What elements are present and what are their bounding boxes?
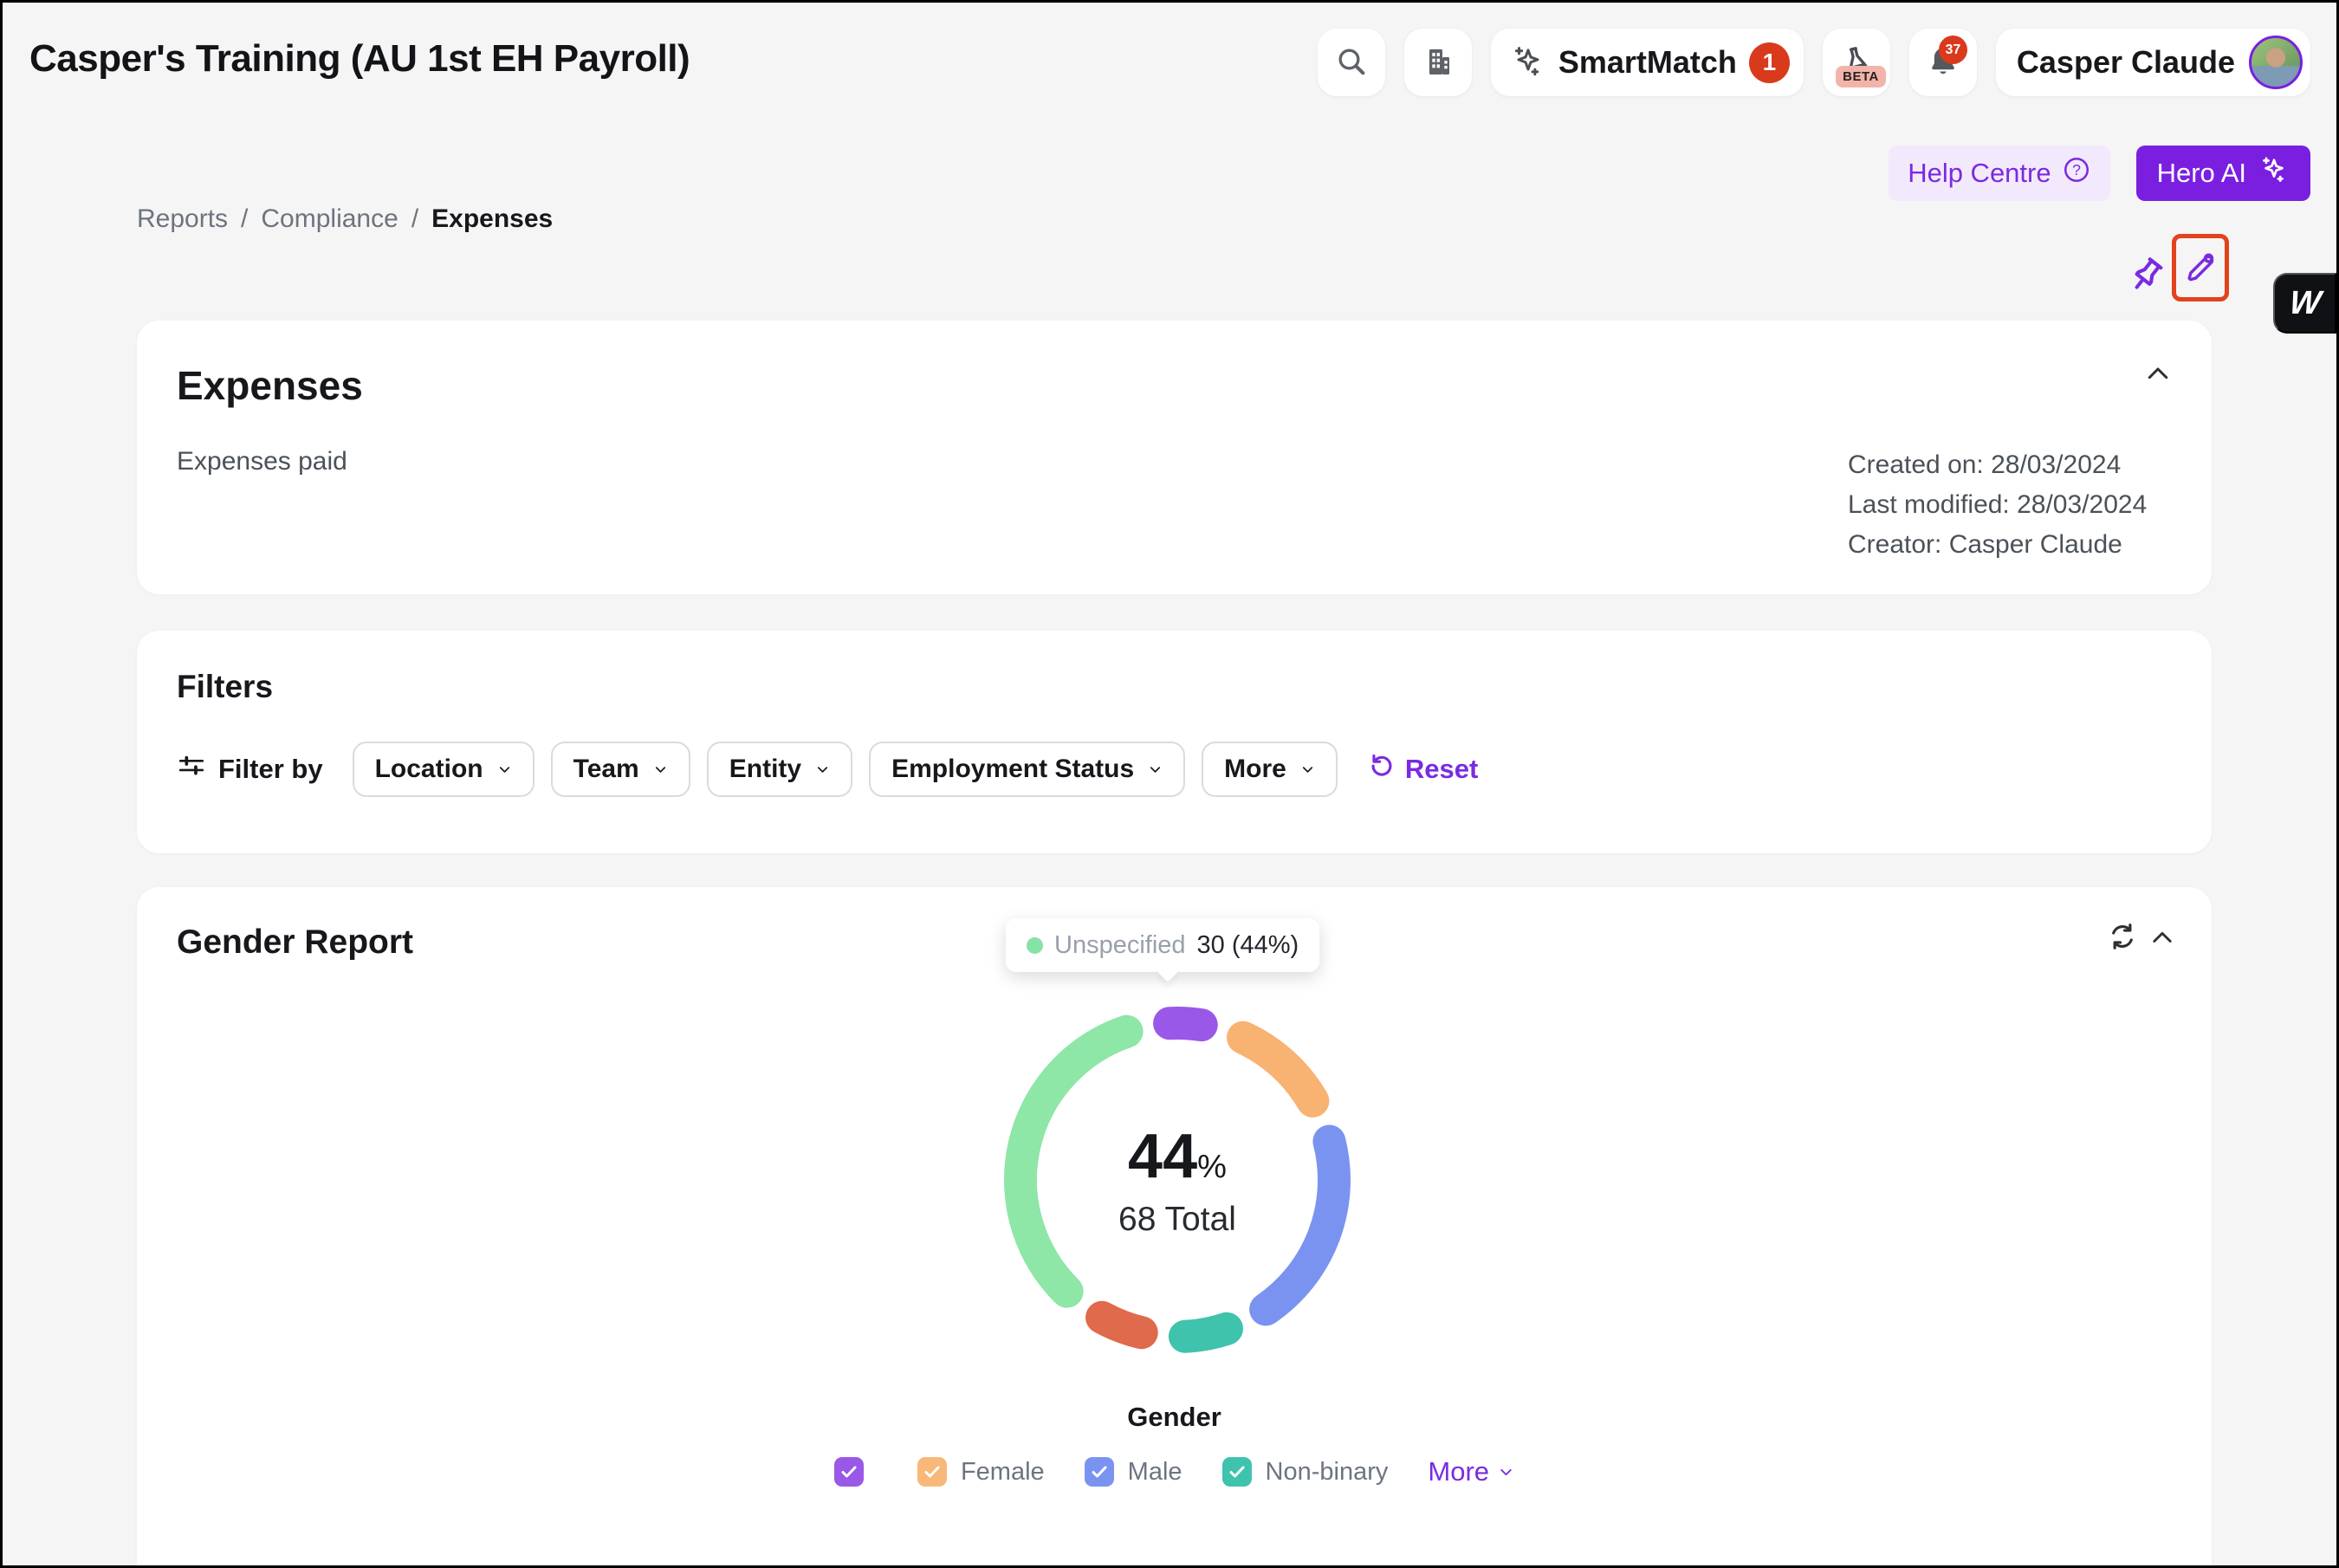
chevron-up-icon xyxy=(2142,379,2174,392)
reset-filters-button[interactable]: Reset xyxy=(1367,751,1478,787)
help-centre-label: Help Centre xyxy=(1908,158,2051,189)
legend-item-unlabeled xyxy=(834,1457,878,1487)
breadcrumb-separator: / xyxy=(411,204,418,234)
notifications-button[interactable]: 37 xyxy=(1909,29,1977,96)
breadcrumb: Reports / Compliance / Expenses xyxy=(137,204,553,234)
hero-ai-label: Hero AI xyxy=(2157,158,2246,189)
legend-checkbox-non-binary[interactable] xyxy=(1222,1457,1252,1487)
filters-title: Filters xyxy=(177,669,273,705)
chevron-down-icon xyxy=(653,762,668,777)
breadcrumb-current: Expenses xyxy=(431,204,553,234)
chevron-down-icon xyxy=(497,762,512,777)
filter-sliders-icon xyxy=(177,751,206,787)
chevron-up-icon xyxy=(2148,943,2177,956)
chevron-down-icon xyxy=(1148,762,1163,777)
smartmatch-button[interactable]: SmartMatch 1 xyxy=(1491,29,1804,96)
legend-checkbox-male[interactable] xyxy=(1085,1457,1114,1487)
filter-employment-status[interactable]: Employment Status xyxy=(869,742,1185,797)
sparkle-icon xyxy=(1510,43,1546,82)
legend-checkbox-unlabeled[interactable] xyxy=(834,1457,864,1487)
chevron-down-icon xyxy=(1300,762,1315,777)
creator: Creator: Casper Claude xyxy=(1848,525,2147,565)
legend-item-female: Female xyxy=(917,1457,1045,1487)
tooltip-value: 30 (44%) xyxy=(1197,931,1299,960)
created-on: Created on: 28/03/2024 xyxy=(1848,445,2147,485)
reset-label: Reset xyxy=(1405,754,1478,785)
filter-by-label: Filter by xyxy=(218,754,323,785)
search-button[interactable] xyxy=(1318,29,1385,96)
tooltip-series-dot xyxy=(1027,937,1043,954)
help-centre-button[interactable]: Help Centre ? xyxy=(1889,146,2109,201)
profile-button[interactable]: Casper Claude xyxy=(1996,29,2310,96)
question-circle-icon: ? xyxy=(2062,155,2091,191)
workspace-title: Casper's Training (AU 1st EH Payroll) xyxy=(29,37,690,81)
filter-team[interactable]: Team xyxy=(551,742,690,797)
chevron-down-icon xyxy=(1498,1464,1514,1481)
building-icon xyxy=(1421,44,1455,81)
filter-more[interactable]: More xyxy=(1202,742,1338,797)
donut-total: 68 Total xyxy=(1118,1201,1236,1239)
expenses-subtitle: Expenses paid xyxy=(177,447,347,476)
legend-item-non-binary: Non-binary xyxy=(1222,1457,1389,1487)
filters-card: Filters Filter by Location Team xyxy=(137,631,2212,853)
notifications-badge: 37 xyxy=(1939,36,1967,64)
smartmatch-label: SmartMatch xyxy=(1558,44,1737,81)
gender-report-title: Gender Report xyxy=(177,923,413,962)
legend-checkbox-female[interactable] xyxy=(917,1457,947,1487)
gender-report-card: Gender Report Unspecified 30 (44%) xyxy=(137,887,2212,1568)
topbar-actions: SmartMatch 1 BETA xyxy=(1318,29,2310,96)
expenses-meta: Created on: 28/03/2024 Last modified: 28… xyxy=(1848,445,2147,565)
w-side-tab[interactable]: W xyxy=(2273,273,2336,334)
smartmatch-badge: 1 xyxy=(1749,42,1790,83)
expenses-card: Expenses Expenses paid Created on: 28/03… xyxy=(137,321,2212,594)
breadcrumb-reports[interactable]: Reports xyxy=(137,204,228,234)
chart-legend: Female Male Non-binary More xyxy=(137,1456,2212,1487)
legend-more-button[interactable]: More xyxy=(1428,1456,1514,1487)
chart-tooltip: Unspecified 30 (44%) xyxy=(1006,918,1319,972)
w-tab-label: W xyxy=(2287,285,2322,322)
svg-text:?: ? xyxy=(2072,161,2081,178)
pin-icon xyxy=(2124,287,2169,300)
edit-report-button[interactable] xyxy=(2172,234,2229,301)
filter-row: Filter by Location Team Entity Employmen… xyxy=(177,742,1478,797)
hero-sparkle-icon xyxy=(2258,154,2290,192)
chart-axis-label: Gender xyxy=(137,1402,2212,1433)
collapse-gender-button[interactable] xyxy=(2148,923,2177,956)
breadcrumb-compliance[interactable]: Compliance xyxy=(261,204,398,234)
collapse-expenses-button[interactable] xyxy=(2142,359,2174,392)
beta-badge: BETA xyxy=(1836,66,1886,87)
refresh-icon xyxy=(2106,943,2139,956)
avatar xyxy=(2249,36,2303,89)
reset-icon xyxy=(1367,751,1396,787)
labs-button[interactable]: BETA xyxy=(1823,29,1890,96)
refresh-chart-button[interactable] xyxy=(2106,920,2139,956)
profile-name: Casper Claude xyxy=(2017,44,2235,81)
donut-percent-sign: % xyxy=(1197,1149,1227,1186)
expenses-title: Expenses xyxy=(177,362,363,409)
donut-percent: 44 xyxy=(1128,1121,1197,1192)
last-modified: Last modified: 28/03/2024 xyxy=(1848,485,2147,525)
gender-donut-chart: 44 % 68 Total xyxy=(987,989,1368,1370)
tooltip-label: Unspecified xyxy=(1054,931,1186,960)
donut-center-text: 44 % 68 Total xyxy=(987,989,1368,1370)
filter-entity[interactable]: Entity xyxy=(707,742,852,797)
pin-button[interactable] xyxy=(2123,252,2170,299)
chevron-down-icon xyxy=(815,762,830,777)
hero-ai-button[interactable]: Hero AI xyxy=(2136,146,2310,201)
breadcrumb-separator: / xyxy=(241,204,248,234)
organisation-button[interactable] xyxy=(1404,29,1472,96)
filter-by: Filter by xyxy=(177,751,323,787)
pencil-icon xyxy=(2181,248,2219,288)
app-window: Casper's Training (AU 1st EH Payroll) xyxy=(0,0,2339,1568)
legend-item-male: Male xyxy=(1085,1457,1182,1487)
filter-location[interactable]: Location xyxy=(353,742,535,797)
secondary-actions: Help Centre ? Hero AI xyxy=(1889,146,2310,201)
search-icon xyxy=(1334,44,1369,81)
